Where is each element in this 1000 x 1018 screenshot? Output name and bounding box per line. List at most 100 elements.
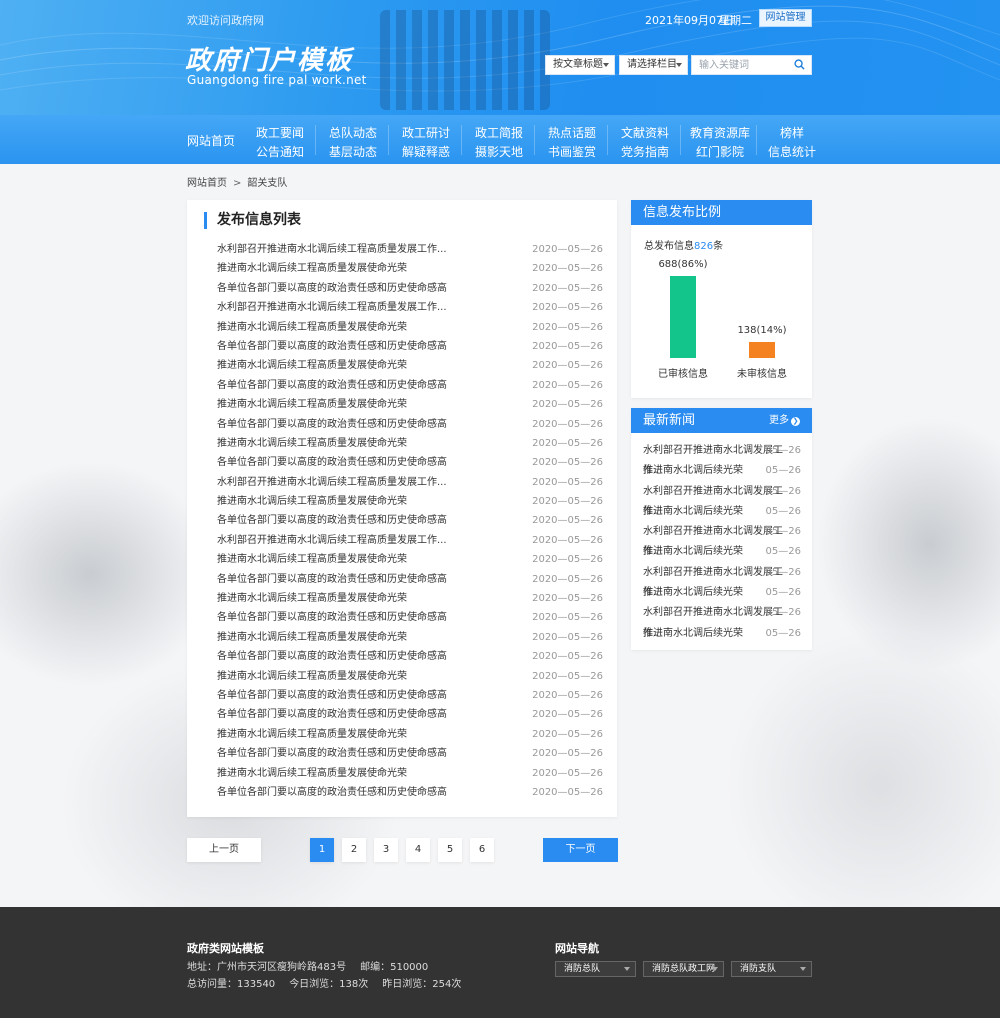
list-item-title[interactable]: 各单位各部门要以高度的政治责任感和历史使命感高 — [217, 574, 447, 585]
nav-item[interactable]: 红门影院 — [688, 143, 752, 162]
list-item[interactable]: 各单位各部门要以高度的政治责任感和历史使命感高 2020—05—26 — [217, 511, 603, 530]
list-item[interactable]: 水利部召开推进南水北调后续工程高质量发展工作... 2020—05—26 — [217, 240, 603, 259]
list-item[interactable]: 各单位各部门要以高度的政治责任感和历史使命感高 2020—05—26 — [217, 376, 603, 395]
nav-item[interactable]: 基层动态 — [323, 143, 383, 162]
list-item[interactable]: 各单位各部门要以高度的政治责任感和历史使命感高 2020—05—26 — [217, 570, 603, 589]
list-item-title[interactable]: 推进南水北调后续工程高质量发展使命光荣 — [217, 399, 407, 410]
list-item[interactable]: 推进南水北调后续工程高质量发展使命光荣 2020—05—26 — [217, 667, 603, 686]
list-item[interactable]: 各单位各部门要以高度的政治责任感和历史使命感高 2020—05—26 — [217, 279, 603, 298]
news-item[interactable]: 推进南水北调后续光荣 05—26 — [643, 542, 801, 562]
list-item[interactable]: 推进南水北调后续工程高质量发展使命光荣 2020—05—26 — [217, 764, 603, 783]
list-item-title[interactable]: 水利部召开推进南水北调后续工程高质量发展工作... — [217, 244, 447, 255]
nav-item[interactable]: 党务指南 — [615, 143, 675, 162]
page-button-6[interactable]: 6 — [470, 838, 494, 862]
next-page-button[interactable]: 下一页 — [543, 838, 618, 862]
news-item-title[interactable]: 推进南水北调后续光荣 — [643, 628, 743, 639]
list-item[interactable]: 推进南水北调后续工程高质量发展使命光荣 2020—05—26 — [217, 259, 603, 278]
list-item-title[interactable]: 各单位各部门要以高度的政治责任感和历史使命感高 — [217, 380, 447, 391]
breadcrumb-home[interactable]: 网站首页 — [187, 178, 227, 189]
more-news-link[interactable]: 更多 ❯ — [769, 408, 800, 433]
nav-item[interactable]: 教育资源库 — [688, 124, 752, 143]
nav-item[interactable]: 公告通知 — [250, 143, 310, 162]
footer-nav-select-1[interactable]: 消防总队 — [555, 961, 636, 977]
footer-nav-select-3[interactable]: 消防支队 — [731, 961, 812, 977]
page-button-1[interactable]: 1 — [310, 838, 334, 862]
news-item[interactable]: 推进南水北调后续光荣 05—26 — [643, 624, 801, 644]
list-item[interactable]: 推进南水北调后续工程高质量发展使命光荣 2020—05—26 — [217, 395, 603, 414]
news-item-title[interactable]: 推进南水北调后续光荣 — [643, 506, 743, 517]
list-item-title[interactable]: 推进南水北调后续工程高质量发展使命光荣 — [217, 768, 407, 779]
list-item-title[interactable]: 各单位各部门要以高度的政治责任感和历史使命感高 — [217, 690, 447, 701]
list-item-title[interactable]: 各单位各部门要以高度的政治责任感和历史使命感高 — [217, 457, 447, 468]
news-item[interactable]: 推进南水北调后续光荣 05—26 — [643, 461, 801, 481]
nav-item[interactable]: 文献资料 — [615, 124, 675, 143]
list-item[interactable]: 各单位各部门要以高度的政治责任感和历史使命感高 2020—05—26 — [217, 783, 603, 802]
list-item[interactable]: 各单位各部门要以高度的政治责任感和历史使命感高 2020—05—26 — [217, 608, 603, 627]
nav-item[interactable]: 总队动态 — [323, 124, 383, 143]
page-button-3[interactable]: 3 — [374, 838, 398, 862]
nav-item[interactable]: 榜样 — [762, 124, 822, 143]
nav-item[interactable]: 政工研讨 — [396, 124, 456, 143]
nav-item[interactable]: 信息统计 — [762, 143, 822, 162]
news-item[interactable]: 推进南水北调后续光荣 05—26 — [643, 502, 801, 522]
list-item-title[interactable]: 推进南水北调后续工程高质量发展使命光荣 — [217, 496, 407, 507]
nav-item[interactable]: 书画鉴赏 — [542, 143, 602, 162]
list-item[interactable]: 各单位各部门要以高度的政治责任感和历史使命感高 2020—05—26 — [217, 453, 603, 472]
list-item-title[interactable]: 各单位各部门要以高度的政治责任感和历史使命感高 — [217, 612, 447, 623]
list-item[interactable]: 各单位各部门要以高度的政治责任感和历史使命感高 2020—05—26 — [217, 705, 603, 724]
list-item-title[interactable]: 各单位各部门要以高度的政治责任感和历史使命感高 — [217, 419, 447, 430]
news-item-title[interactable]: 推进南水北调后续光荣 — [643, 465, 743, 476]
list-item-title[interactable]: 推进南水北调后续工程高质量发展使命光荣 — [217, 593, 407, 604]
nav-item[interactable]: 政工简报 — [469, 124, 529, 143]
list-item-title[interactable]: 各单位各部门要以高度的政治责任感和历史使命感高 — [217, 709, 447, 720]
site-admin-button[interactable]: 网站管理 — [759, 9, 812, 27]
list-item[interactable]: 推进南水北调后续工程高质量发展使命光荣 2020—05—26 — [217, 550, 603, 569]
news-item-title[interactable]: 推进南水北调后续光荣 — [643, 587, 743, 598]
news-item[interactable]: 水利部召开推进南水北调发展工作... 05—26 — [643, 482, 801, 517]
news-item[interactable]: 水利部召开推进南水北调发展工作... 05—26 — [643, 441, 801, 476]
list-item-title[interactable]: 各单位各部门要以高度的政治责任感和历史使命感高 — [217, 748, 447, 759]
list-item-title[interactable]: 推进南水北调后续工程高质量发展使命光荣 — [217, 729, 407, 740]
list-item-title[interactable]: 水利部召开推进南水北调后续工程高质量发展工作... — [217, 535, 447, 546]
list-item[interactable]: 各单位各部门要以高度的政治责任感和历史使命感高 2020—05—26 — [217, 337, 603, 356]
list-item[interactable]: 推进南水北调后续工程高质量发展使命光荣 2020—05—26 — [217, 589, 603, 608]
news-item-title[interactable]: 推进南水北调后续光荣 — [643, 546, 743, 557]
list-item[interactable]: 推进南水北调后续工程高质量发展使命光荣 2020—05—26 — [217, 318, 603, 337]
list-item-title[interactable]: 推进南水北调后续工程高质量发展使命光荣 — [217, 263, 407, 274]
site-logo-title[interactable]: 政府门户模板 — [185, 40, 353, 77]
list-item-title[interactable]: 推进南水北调后续工程高质量发展使命光荣 — [217, 360, 407, 371]
list-item[interactable]: 各单位各部门要以高度的政治责任感和历史使命感高 2020—05—26 — [217, 744, 603, 763]
list-item-title[interactable]: 推进南水北调后续工程高质量发展使命光荣 — [217, 438, 407, 449]
list-item[interactable]: 推进南水北调后续工程高质量发展使命光荣 2020—05—26 — [217, 492, 603, 511]
page-button-2[interactable]: 2 — [342, 838, 366, 862]
list-item[interactable]: 推进南水北调后续工程高质量发展使命光荣 2020—05—26 — [217, 356, 603, 375]
page-button-4[interactable]: 4 — [406, 838, 430, 862]
list-item-title[interactable]: 推进南水北调后续工程高质量发展使命光荣 — [217, 671, 407, 682]
list-item[interactable]: 各单位各部门要以高度的政治责任感和历史使命感高 2020—05—26 — [217, 415, 603, 434]
news-item[interactable]: 水利部召开推进南水北调发展工作... 05—26 — [643, 603, 801, 638]
footer-nav-select-2[interactable]: 消防总队政工网 — [643, 961, 724, 977]
list-item[interactable]: 水利部召开推进南水北调后续工程高质量发展工作... 2020—05—26 — [217, 531, 603, 550]
list-item-title[interactable]: 水利部召开推进南水北调后续工程高质量发展工作... — [217, 302, 447, 313]
column-select[interactable]: 请选择栏目 — [619, 55, 688, 75]
nav-item[interactable]: 解疑释惑 — [396, 143, 456, 162]
list-item-title[interactable]: 推进南水北调后续工程高质量发展使命光荣 — [217, 632, 407, 643]
nav-item[interactable]: 政工要闻 — [250, 124, 310, 143]
list-item[interactable]: 各单位各部门要以高度的政治责任感和历史使命感高 2020—05—26 — [217, 686, 603, 705]
search-input[interactable] — [692, 56, 787, 74]
list-item[interactable]: 推进南水北调后续工程高质量发展使命光荣 2020—05—26 — [217, 628, 603, 647]
list-item[interactable]: 水利部召开推进南水北调后续工程高质量发展工作... 2020—05—26 — [217, 473, 603, 492]
news-item[interactable]: 水利部召开推进南水北调发展工作... 05—26 — [643, 563, 801, 598]
list-item-title[interactable]: 各单位各部门要以高度的政治责任感和历史使命感高 — [217, 651, 447, 662]
page-button-5[interactable]: 5 — [438, 838, 462, 862]
nav-home[interactable]: 网站首页 — [187, 132, 235, 149]
nav-item[interactable]: 摄影天地 — [469, 143, 529, 162]
search-type-select[interactable]: 按文章标题 — [545, 55, 615, 75]
news-item[interactable]: 水利部召开推进南水北调发展工作... 05—26 — [643, 522, 801, 557]
list-item[interactable]: 推进南水北调后续工程高质量发展使命光荣 2020—05—26 — [217, 725, 603, 744]
prev-page-button[interactable]: 上一页 — [187, 838, 261, 862]
list-item[interactable]: 水利部召开推进南水北调后续工程高质量发展工作... 2020—05—26 — [217, 298, 603, 317]
list-item-title[interactable]: 推进南水北调后续工程高质量发展使命光荣 — [217, 554, 407, 565]
list-item-title[interactable]: 各单位各部门要以高度的政治责任感和历史使命感高 — [217, 283, 447, 294]
list-item-title[interactable]: 各单位各部门要以高度的政治责任感和历史使命感高 — [217, 515, 447, 526]
